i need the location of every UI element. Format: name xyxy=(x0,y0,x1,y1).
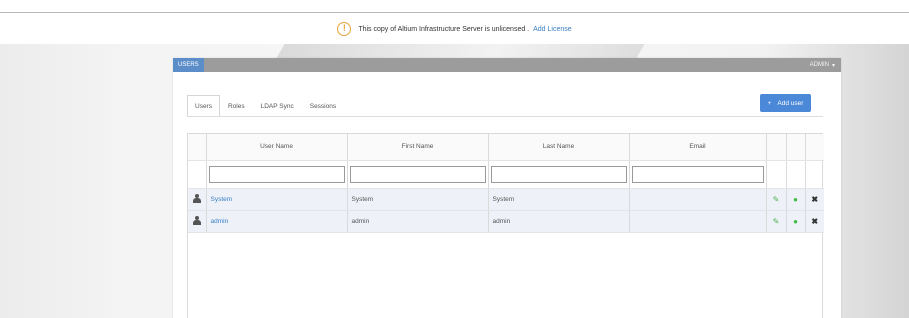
user-icon xyxy=(192,193,201,203)
header-action-col xyxy=(766,134,787,161)
section-tab-label: USERS xyxy=(178,62,199,68)
tab-sessions-label: Sessions xyxy=(309,103,337,110)
edit-cell: ✎ xyxy=(766,188,787,211)
edit-pencil-icon[interactable]: ✎ xyxy=(773,195,780,204)
table-header-row: User Name First Name Last Name Email xyxy=(188,134,824,161)
users-panel: USERS ADMIN ▾ Users Roles LDAP Sync Sess… xyxy=(173,58,841,318)
users-table: User Name First Name Last Name Email Sys… xyxy=(187,133,824,318)
filter-row xyxy=(188,160,824,189)
filter-cell xyxy=(347,160,489,189)
email-filter-input[interactable] xyxy=(631,165,764,183)
tab-bar: Users Roles LDAP Sync Sessions xyxy=(187,95,344,117)
add-user-label: Add user xyxy=(777,99,804,107)
tab-roles-label: Roles xyxy=(227,103,245,110)
add-license-link[interactable]: Add License xyxy=(533,26,572,33)
cell-last-name: System xyxy=(488,188,630,211)
cell-email xyxy=(629,210,767,233)
edit-pencil-icon[interactable]: ✎ xyxy=(773,217,780,226)
license-message: This copy of Altium Infrastructure Serve… xyxy=(358,25,530,33)
cell-last-name: admin xyxy=(488,210,630,233)
table-row[interactable]: admin admin admin ✎ ● ✖ xyxy=(188,210,824,233)
column-header-last-name[interactable]: Last Name xyxy=(488,134,630,161)
user-menu-label: ADMIN xyxy=(809,62,829,68)
tab-roles[interactable]: Roles xyxy=(220,95,253,117)
tab-ldap-sync[interactable]: LDAP Sync xyxy=(253,95,302,117)
filter-cell xyxy=(629,160,767,189)
top-divider xyxy=(0,12,909,13)
tab-users[interactable]: Users xyxy=(187,95,220,117)
cell-first-name: System xyxy=(347,188,489,211)
delete-icon[interactable]: ✖ xyxy=(811,217,818,226)
tabs-divider xyxy=(187,116,823,117)
cell-email xyxy=(629,188,767,211)
add-user-button[interactable]: + Add user xyxy=(760,94,811,112)
delete-cell: ✖ xyxy=(805,210,824,233)
tab-sessions[interactable]: Sessions xyxy=(302,95,344,117)
cell-first-name: admin xyxy=(347,210,489,233)
license-banner: ! This copy of Altium Infrastructure Ser… xyxy=(0,18,909,40)
column-header-email[interactable]: Email xyxy=(629,134,767,161)
filter-cell xyxy=(206,160,348,189)
row-icon-cell xyxy=(188,210,207,233)
user-icon xyxy=(192,215,201,225)
filter-spacer xyxy=(766,160,787,189)
user-name-filter-input[interactable] xyxy=(208,165,345,183)
filter-spacer xyxy=(805,160,824,189)
column-header-first-name[interactable]: First Name xyxy=(347,134,489,161)
header-action-col xyxy=(786,134,806,161)
section-tab-users[interactable]: USERS xyxy=(173,58,204,72)
user-menu[interactable]: ADMIN ▾ xyxy=(810,62,835,69)
first-name-filter-input[interactable] xyxy=(349,165,486,183)
delete-icon[interactable]: ✖ xyxy=(811,195,818,204)
edit-cell: ✎ xyxy=(766,210,787,233)
tab-ldap-sync-label: LDAP Sync xyxy=(260,103,294,110)
table-row[interactable]: System System System ✎ ● ✖ xyxy=(188,188,824,211)
filter-cell xyxy=(488,160,630,189)
header-icon-col xyxy=(188,134,207,161)
active-status-icon[interactable]: ● xyxy=(793,217,798,226)
chevron-down-icon: ▾ xyxy=(831,62,835,69)
user-name-link[interactable]: admin xyxy=(211,218,229,225)
row-icon-cell xyxy=(188,188,207,211)
status-cell: ● xyxy=(786,210,806,233)
column-header-user-name[interactable]: User Name xyxy=(206,134,348,161)
tab-users-label: Users xyxy=(195,103,212,110)
warning-circle-icon: ! xyxy=(337,22,352,36)
filter-spacer xyxy=(786,160,806,189)
header-action-col xyxy=(805,134,824,161)
filter-spacer xyxy=(188,160,207,189)
panel-header: USERS ADMIN ▾ xyxy=(173,58,841,72)
user-name-link[interactable]: System xyxy=(211,196,233,203)
cell-user-name[interactable]: System xyxy=(206,188,348,211)
status-cell: ● xyxy=(786,188,806,211)
delete-cell: ✖ xyxy=(805,188,824,211)
cell-user-name[interactable]: admin xyxy=(206,210,348,233)
active-status-icon[interactable]: ● xyxy=(793,195,798,204)
plus-icon: + xyxy=(767,99,772,107)
last-name-filter-input[interactable] xyxy=(490,165,627,183)
